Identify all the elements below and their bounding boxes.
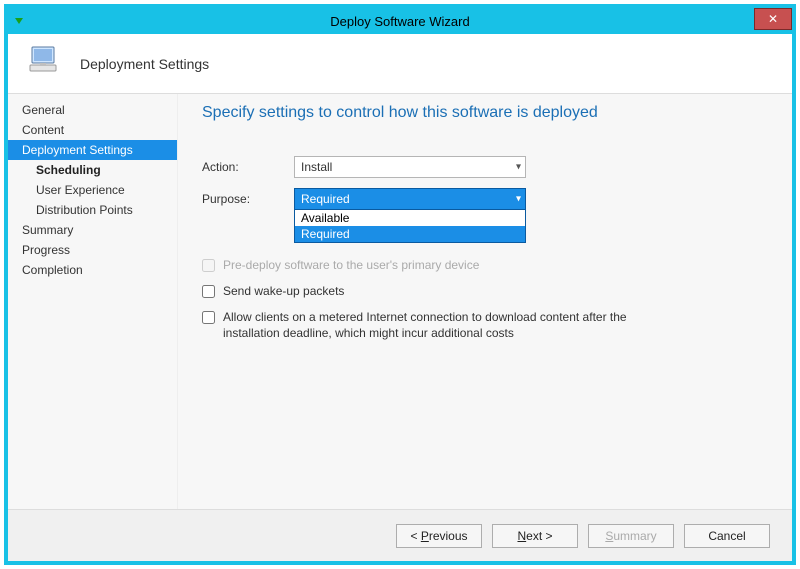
option-label: Required (301, 227, 350, 241)
sidebar-item-general[interactable]: General (8, 100, 177, 120)
main-panel: Specify settings to control how this sof… (178, 94, 792, 509)
wakeup-checkbox[interactable] (202, 285, 215, 298)
footer: < Previous Next > Summary Cancel (8, 509, 792, 561)
sidebar-item-label: Completion (22, 263, 83, 277)
header-band: Deployment Settings (8, 34, 792, 94)
row-action: Action: Install ▾ (202, 156, 770, 178)
metered-label: Allow clients on a metered Internet conn… (223, 310, 643, 341)
wakeup-label: Send wake-up packets (223, 284, 344, 298)
next-button[interactable]: Next > (492, 524, 578, 548)
row-purpose: Purpose: Required ▾ Available Required (202, 188, 770, 210)
close-icon: ✕ (768, 12, 778, 26)
sidebar-item-scheduling[interactable]: Scheduling (8, 160, 177, 180)
chevron-down-icon: ▾ (516, 194, 521, 205)
section-heading: Specify settings to control how this sof… (202, 104, 770, 122)
sidebar-item-label: Distribution Points (36, 203, 133, 217)
cancel-label: Cancel (708, 529, 745, 543)
sidebar-item-content[interactable]: Content (8, 120, 177, 140)
sidebar-item-label: Deployment Settings (22, 143, 133, 157)
label-action: Action: (202, 160, 294, 174)
sidebar-item-label: Scheduling (36, 163, 101, 177)
row-wakeup: Send wake-up packets (202, 284, 770, 298)
sidebar-item-completion[interactable]: Completion (8, 260, 177, 280)
monitor-icon (26, 43, 66, 84)
close-button[interactable]: ✕ (754, 8, 792, 30)
window-title: Deploy Software Wizard (8, 14, 792, 29)
row-predeploy: Pre-deploy software to the user's primar… (202, 258, 770, 272)
predeploy-checkbox (202, 259, 215, 272)
predeploy-label: Pre-deploy software to the user's primar… (223, 258, 479, 272)
cancel-button[interactable]: Cancel (684, 524, 770, 548)
summary-button: Summary (588, 524, 674, 548)
wizard-window: Deploy Software Wizard ✕ Deployment Sett… (4, 4, 796, 565)
sidebar-item-distribution-points[interactable]: Distribution Points (8, 200, 177, 220)
titlebar: Deploy Software Wizard ✕ (8, 8, 792, 34)
sidebar-item-summary[interactable]: Summary (8, 220, 177, 240)
purpose-dropdown-list: Available Required (294, 209, 526, 243)
body: General Content Deployment Settings Sche… (8, 94, 792, 509)
sidebar-item-label: Progress (22, 243, 70, 257)
sidebar-item-user-experience[interactable]: User Experience (8, 180, 177, 200)
previous-button[interactable]: < Previous (396, 524, 482, 548)
purpose-dropdown[interactable]: Required ▾ (294, 188, 526, 210)
purpose-option-available[interactable]: Available (295, 210, 525, 226)
system-menu-icon[interactable] (8, 15, 32, 27)
wizard-sidebar: General Content Deployment Settings Sche… (8, 94, 178, 509)
chevron-down-icon: ▾ (516, 162, 521, 173)
sidebar-item-label: General (22, 103, 65, 117)
sidebar-item-label: Content (22, 123, 64, 137)
action-dropdown-value: Install (301, 160, 332, 174)
purpose-option-required[interactable]: Required (295, 226, 525, 242)
purpose-dropdown-value: Required (301, 192, 350, 206)
label-purpose: Purpose: (202, 192, 294, 206)
sidebar-item-deployment-settings[interactable]: Deployment Settings (8, 140, 177, 160)
row-metered: Allow clients on a metered Internet conn… (202, 310, 770, 341)
sidebar-item-label: User Experience (36, 183, 125, 197)
option-label: Available (301, 211, 349, 225)
action-dropdown[interactable]: Install ▾ (294, 156, 526, 178)
sidebar-item-progress[interactable]: Progress (8, 240, 177, 260)
metered-checkbox[interactable] (202, 311, 215, 324)
page-title: Deployment Settings (80, 56, 209, 72)
sidebar-item-label: Summary (22, 223, 73, 237)
